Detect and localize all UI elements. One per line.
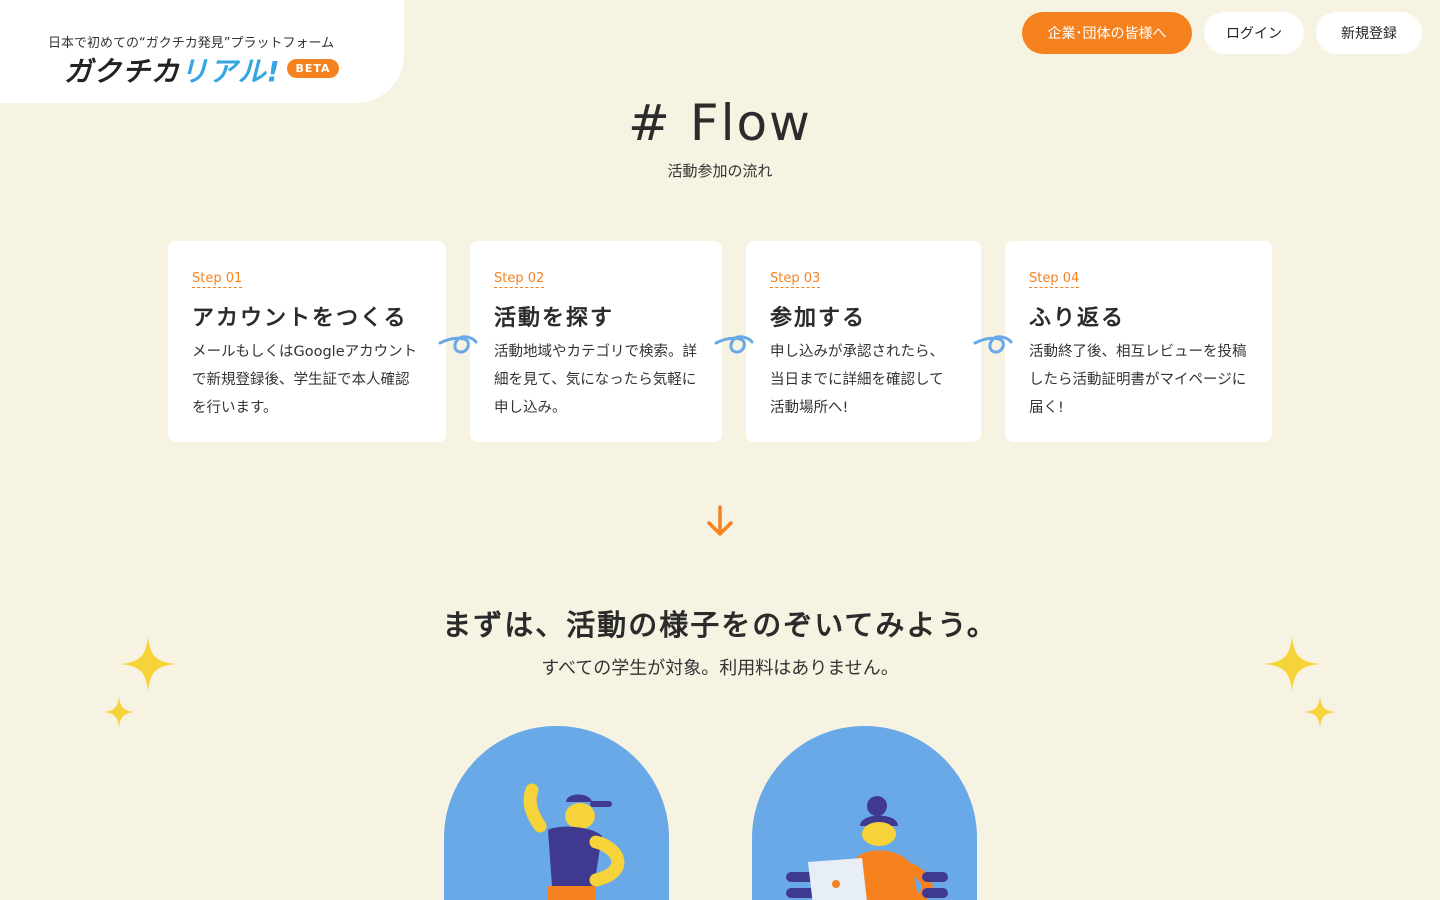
intro-headline: まずは、活動の様子をのぞいてみよう。 <box>442 608 998 642</box>
laptop-student-illustration <box>786 796 948 900</box>
step-label: Step 02 <box>494 271 545 288</box>
sparkle-icon <box>120 636 176 692</box>
signup-button[interactable]: 新規登録 <box>1316 12 1422 54</box>
step-card-1: Step 01 アカウントをつくる メールもしくはGoogleアカウントで新規登… <box>168 241 446 442</box>
logo-main-text: ガクチカ <box>64 55 181 88</box>
logo-accent-text: リアル! <box>180 55 281 88</box>
step-description: 申し込みが承認されたら、当日までに詳細を確認して活動場所へ! <box>770 344 944 416</box>
logo-panel: 日本で初めての“ガクチカ発見”プラットフォーム ガクチカリアル! BETA <box>0 0 404 103</box>
loop-connector-icon <box>973 335 1013 354</box>
step-label: Step 03 <box>770 271 821 288</box>
step-label: Step 01 <box>192 271 243 288</box>
flow-section-subtitle: 活動参加の流れ <box>667 162 773 180</box>
sparkle-icon <box>1264 636 1320 692</box>
flow-section-title: # Flow <box>628 94 812 152</box>
step-description: 活動地域やカテゴリで検索。詳細を見て、気になったら気軽に申し込み。 <box>494 344 697 416</box>
step-label: Step 04 <box>1029 271 1080 288</box>
site-logo[interactable]: ガクチカリアル! <box>64 50 281 90</box>
sparkle-icon <box>1304 696 1336 728</box>
illustration-arch-2 <box>752 726 977 900</box>
beta-badge: BETA <box>287 59 339 78</box>
login-button[interactable]: ログイン <box>1204 12 1304 54</box>
intro-subline: すべての学生が対象。利用料はありません。 <box>541 658 899 679</box>
step-card-2: Step 02 活動を探す 活動地域やカテゴリで検索。詳細を見て、気になったら気… <box>470 241 722 442</box>
loop-connector-icon <box>438 335 478 354</box>
loop-connector-icon <box>714 335 754 354</box>
waving-student-illustration <box>523 783 625 900</box>
arrow-down-icon <box>707 505 733 536</box>
tagline: 日本で初めての“ガクチカ発見”プラットフォーム <box>48 36 335 51</box>
step-card-3: Step 03 参加する 申し込みが承認されたら、当日までに詳細を確認して活動場… <box>746 241 981 442</box>
step-title: ふり返る <box>1029 306 1126 331</box>
step-card-4: Step 04 ふり返る 活動終了後、相互レビューを投稿したら活動証明書がマイペ… <box>1005 241 1272 442</box>
step-title: 参加する <box>770 306 867 331</box>
step-description: メールもしくはGoogleアカウントで新規登録後、学生証で本人確認を行います。 <box>192 344 418 416</box>
step-title: 活動を探す <box>494 306 615 331</box>
step-title: アカウントをつくる <box>192 306 408 331</box>
sparkle-icon <box>103 696 135 728</box>
step-description: 活動終了後、相互レビューを投稿したら活動証明書がマイページに届く! <box>1029 344 1247 416</box>
for-organizations-button[interactable]: 企業･団体の皆様へ <box>1022 12 1192 54</box>
illustration-arch-1 <box>444 726 669 900</box>
